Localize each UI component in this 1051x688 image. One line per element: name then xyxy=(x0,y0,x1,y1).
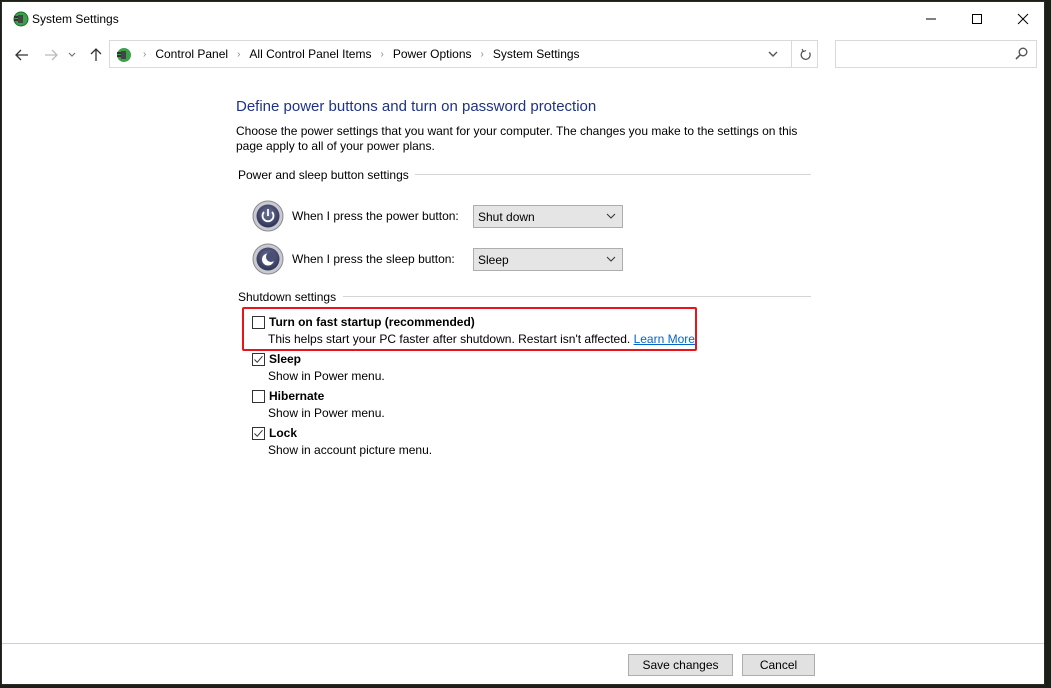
page-title: Define power buttons and turn on passwor… xyxy=(236,98,597,115)
power-icon xyxy=(252,200,284,232)
up-button[interactable] xyxy=(86,44,106,66)
save-changes-button[interactable]: Save changes xyxy=(628,654,733,676)
close-button[interactable] xyxy=(1000,2,1046,35)
power-button-row: When I press the power button: xyxy=(252,199,459,233)
window-title: System Settings xyxy=(32,12,119,26)
minimize-button[interactable] xyxy=(908,2,954,35)
cancel-button[interactable]: Cancel xyxy=(742,654,815,676)
sleep-checkbox[interactable] xyxy=(252,353,265,366)
hibernate-description: Show in Power menu. xyxy=(268,406,385,420)
search-icon xyxy=(1015,47,1028,60)
close-icon xyxy=(1017,13,1029,24)
fast-startup-checkbox[interactable] xyxy=(252,316,265,329)
control-panel-icon xyxy=(117,48,131,62)
refresh-button[interactable] xyxy=(791,41,819,67)
hibernate-checkbox[interactable] xyxy=(252,390,265,403)
power-button-label: When I press the power button: xyxy=(292,209,459,223)
arrow-right-icon xyxy=(45,49,58,61)
address-bar[interactable]: › Control Panel › All Control Panel Item… xyxy=(109,40,818,68)
breadcrumb-power-options[interactable]: Power Options xyxy=(393,47,472,61)
recent-locations-button[interactable] xyxy=(65,44,79,66)
chevron-down-icon xyxy=(68,52,76,57)
sleep-button-label: When I press the sleep button: xyxy=(292,252,455,266)
chevron-down-icon xyxy=(606,213,616,219)
breadcrumb-control-panel[interactable]: Control Panel xyxy=(155,47,228,61)
arrow-left-icon xyxy=(15,49,28,61)
shutdown-section-title: Shutdown settings xyxy=(238,290,337,304)
power-button-action-value: Shut down xyxy=(478,209,535,224)
breadcrumb: › Control Panel › All Control Panel Item… xyxy=(134,41,580,67)
lock-checkbox[interactable] xyxy=(252,427,265,440)
sleep-description: Show in Power menu. xyxy=(268,369,385,383)
breadcrumb-all-items[interactable]: All Control Panel Items xyxy=(249,47,371,61)
lock-description: Show in account picture menu. xyxy=(268,443,433,457)
forward-button[interactable] xyxy=(41,44,61,66)
fast-startup-label: Turn on fast startup (recommended) xyxy=(269,315,475,329)
sleep-button-action-value: Sleep xyxy=(478,252,509,267)
page-description: Choose the power settings that you want … xyxy=(236,124,798,153)
fast-startup-desc-text: This helps start your PC faster after sh… xyxy=(268,332,631,346)
power-button-action-select[interactable]: Shut down xyxy=(473,205,623,228)
section-divider xyxy=(415,174,811,175)
fast-startup-description: This helps start your PC faster after sh… xyxy=(268,332,695,346)
maximize-button[interactable] xyxy=(954,2,1000,35)
maximize-icon xyxy=(972,13,982,24)
breadcrumb-separator-icon: › xyxy=(380,48,384,60)
lock-label: Lock xyxy=(269,426,298,440)
breadcrumb-system-settings[interactable]: System Settings xyxy=(493,47,580,61)
breadcrumb-separator-icon: › xyxy=(237,48,241,60)
section-divider xyxy=(343,296,811,297)
minimize-icon xyxy=(926,18,936,19)
checkmark-icon xyxy=(254,355,263,364)
chevron-down-icon xyxy=(768,51,778,57)
back-button[interactable] xyxy=(12,44,32,66)
breadcrumb-separator-icon: › xyxy=(480,48,484,60)
sleep-icon xyxy=(252,243,284,275)
address-history-dropdown[interactable] xyxy=(762,41,784,67)
breadcrumb-separator-icon: › xyxy=(143,48,147,60)
power-sleep-section-title: Power and sleep button settings xyxy=(238,168,409,182)
chevron-down-icon xyxy=(606,256,616,262)
power-options-icon xyxy=(13,11,29,27)
checkmark-icon xyxy=(254,429,263,438)
learn-more-link[interactable]: Learn More xyxy=(634,332,695,346)
footer-divider xyxy=(2,643,1044,644)
sleep-button-row: When I press the sleep button: xyxy=(252,242,455,276)
hibernate-label: Hibernate xyxy=(269,389,325,403)
sleep-label: Sleep xyxy=(269,352,302,366)
arrow-up-icon xyxy=(90,48,102,61)
system-settings-window: System Settings › Control Panel › All Co… xyxy=(1,1,1045,685)
sleep-button-action-select[interactable]: Sleep xyxy=(473,248,623,271)
title-bar: System Settings xyxy=(2,2,1044,36)
refresh-icon xyxy=(800,48,811,60)
search-input[interactable] xyxy=(835,40,1037,68)
